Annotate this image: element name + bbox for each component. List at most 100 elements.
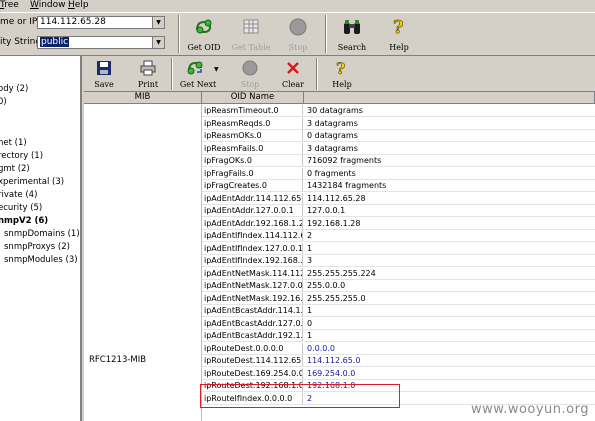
oid-value-cell: 716092 fragments <box>307 156 382 166</box>
oid-value-cell: 2 <box>307 231 313 241</box>
menu-bar: Tree Window Help <box>0 0 595 12</box>
oid-value-cell: 0.0.0.0 <box>307 343 335 353</box>
table-row[interactable]: ipAdEntIfIndex.114.112.6... 2 <box>202 230 595 243</box>
table-row[interactable]: ipAdEntNetMask.114.112... 255.255.255.224 <box>202 267 595 280</box>
table-row[interactable]: ipRouteDest.0.0.0.0 0.0.0.0 <box>202 342 595 355</box>
table-row[interactable]: ipFragOKs.0 716092 fragments <box>202 155 595 168</box>
oid-value-cell: 0 fragments <box>307 168 356 178</box>
table-row[interactable]: ipFragFails.0 0 fragments <box>202 167 595 180</box>
table-row[interactable]: ipRouteDest.114.112.65.0 114.112.65.0 <box>202 355 595 368</box>
column-header-mib[interactable]: MIB <box>84 92 202 104</box>
toolbar-divider <box>178 15 180 53</box>
chevron-down-icon[interactable]: ▼ <box>152 17 164 28</box>
tree-node[interactable]: ody (2) <box>0 84 28 95</box>
tree-node[interactable]: xperimental (3) <box>0 177 64 188</box>
host-label: me or IP <box>0 17 38 27</box>
mib-tree-panel[interactable]: ody (2) 0) net (1) rectory (1) gmt (2) x… <box>0 56 82 421</box>
stop-button[interactable]: Stop <box>234 58 266 90</box>
table-row[interactable]: ipAdEntNetMask.127.0.0.1 255.0.0.0 <box>202 280 595 293</box>
highlight-box <box>200 384 400 408</box>
table-icon <box>243 19 259 34</box>
table-row[interactable]: ipFragCreates.0 1432184 fragments <box>202 180 595 193</box>
chevron-down-icon[interactable]: ▼ <box>214 66 219 73</box>
help-button-top[interactable]: ? Help <box>382 15 416 53</box>
oid-name-cell: ipRouteDest.0.0.0.0 <box>202 342 303 354</box>
table-row[interactable]: ipAdEntBcastAddr.192.1... 1 <box>202 330 595 343</box>
oid-name-cell: ipAdEntNetMask.127.0.0.1 <box>204 280 303 292</box>
oid-value-cell: 255.255.255.224 <box>307 268 376 278</box>
menu-window[interactable]: Window <box>30 0 66 11</box>
oid-name-cell: ipAdEntNetMask.114.112... <box>204 267 303 279</box>
tree-node[interactable]: ecurity (5) <box>0 203 42 214</box>
table-row[interactable]: ipAdEntAddr.114.112.65... 114.112.65.28 <box>202 192 595 205</box>
community-combobox[interactable]: public ▼ <box>37 36 165 49</box>
oid-name-cell: ipAdEntAddr.127.0.0.1 <box>202 205 303 217</box>
tree-node[interactable]: rectory (1) <box>0 151 43 162</box>
oid-name-cell: ipRouteDest.169.254.0.0 <box>204 367 303 379</box>
host-value[interactable]: 114.112.65.28 <box>40 17 106 27</box>
chevron-down-icon[interactable]: ▼ <box>152 37 164 48</box>
menu-tree[interactable]: Tree <box>0 0 19 11</box>
save-button[interactable]: Save <box>90 58 118 90</box>
get-table-button[interactable]: Get Table <box>228 15 274 53</box>
oid-name-cell: ipFragFails.0 <box>202 167 303 179</box>
community-label: ity String <box>0 37 42 47</box>
help-button[interactable]: ? Help <box>328 58 356 90</box>
table-row[interactable]: ipAdEntAddr.127.0.0.1 127.0.0.1 <box>202 205 595 218</box>
oid-value-cell: 255.255.255.0 <box>307 293 366 303</box>
table-row[interactable]: ipReasmTimeout.0 30 datagrams <box>202 105 595 117</box>
search-button[interactable]: Search <box>333 15 371 53</box>
tree-node[interactable]: net (1) <box>0 138 27 149</box>
table-row[interactable]: ipAdEntIfIndex.127.0.0.1 1 <box>202 242 595 255</box>
print-button[interactable]: Print <box>132 58 164 90</box>
oid-value-cell: 1432184 fragments <box>307 181 387 191</box>
result-toolbar: Save Print ▼ Get Next Stop Clear ? Help <box>84 56 595 92</box>
toolbar-divider <box>325 15 327 53</box>
get-next-button[interactable]: ▼ Get Next <box>176 58 220 90</box>
help-icon: ? <box>393 17 404 37</box>
oid-name-cell: ipFragCreates.0 <box>202 180 303 192</box>
tree-node[interactable]: rivate (4) <box>0 190 37 201</box>
oid-value-cell: 3 datagrams <box>307 118 358 128</box>
table-row[interactable]: ipAdEntAddr.192.168.1.28 192.168.1.28 <box>202 217 595 230</box>
oid-value-cell: 192.168.1.28 <box>307 218 361 228</box>
host-combobox[interactable]: 114.112.65.28 ▼ <box>37 16 165 29</box>
toolbar-divider <box>171 58 173 90</box>
get-next-label: Get Next <box>179 80 217 89</box>
oid-value-cell: 30 datagrams <box>307 106 363 115</box>
oid-name-cell: ipAdEntBcastAddr.192.1... <box>204 330 303 342</box>
column-header-value[interactable] <box>304 92 595 104</box>
tree-node[interactable]: snmpProxys (2) <box>4 242 70 253</box>
mib-name: RFC1213-MIB <box>89 355 147 365</box>
oid-value-cell: 255.0.0.0 <box>307 281 346 291</box>
stop-button-top[interactable]: Stop <box>280 15 316 53</box>
svg-text:?: ? <box>393 17 404 37</box>
tree-node[interactable]: 0) <box>0 97 7 108</box>
table-row[interactable]: ipRouteDest.169.254.0.0 169.254.0.0 <box>202 367 595 380</box>
tree-node[interactable]: gmt (2) <box>0 164 30 175</box>
table-row[interactable]: ipReasmOKs.0 0 datagrams <box>202 130 595 143</box>
clear-button[interactable]: Clear <box>278 58 308 90</box>
community-value[interactable]: public <box>40 37 70 47</box>
oid-value-cell: 169.254.0.0 <box>307 368 356 378</box>
mib-column: RFC1213-MIB <box>84 104 202 421</box>
menu-help[interactable]: Help <box>68 0 89 11</box>
tree-node[interactable]: snmpDomains (1) <box>4 229 80 240</box>
help-label: Help <box>332 80 352 89</box>
oid-value-cell: 0 datagrams <box>307 131 358 141</box>
column-header-oid-name[interactable]: OID Name <box>202 92 304 104</box>
table-row[interactable]: ipAdEntIfIndex.192.168.... 3 <box>202 255 595 268</box>
result-table[interactable]: MIB OID Name RFC1213-MIB ipReasmTimeout.… <box>84 92 595 421</box>
table-row[interactable]: ipReasmFails.0 3 datagrams <box>202 142 595 155</box>
get-oid-button[interactable]: Get OID <box>183 15 225 53</box>
oid-value-cell: 1 <box>307 331 313 341</box>
stop-label-top: Stop <box>288 43 308 52</box>
table-row[interactable]: ipAdEntBcastAddr.114.1... 1 <box>202 305 595 318</box>
table-row[interactable]: ipAdEntNetMask.192.16... 255.255.255.0 <box>202 292 595 305</box>
oid-name-cell: ipReasmFails.0 <box>202 142 303 154</box>
tree-node[interactable]: snmpModules (3) <box>4 255 78 266</box>
oid-name-cell: ipReasmReqds.0 <box>202 117 303 129</box>
table-row[interactable]: ipReasmReqds.0 3 datagrams <box>202 117 595 130</box>
tree-node-selected[interactable]: nmpV2 (6) <box>0 216 48 227</box>
table-row[interactable]: ipAdEntBcastAddr.127.0... 0 <box>202 317 595 330</box>
